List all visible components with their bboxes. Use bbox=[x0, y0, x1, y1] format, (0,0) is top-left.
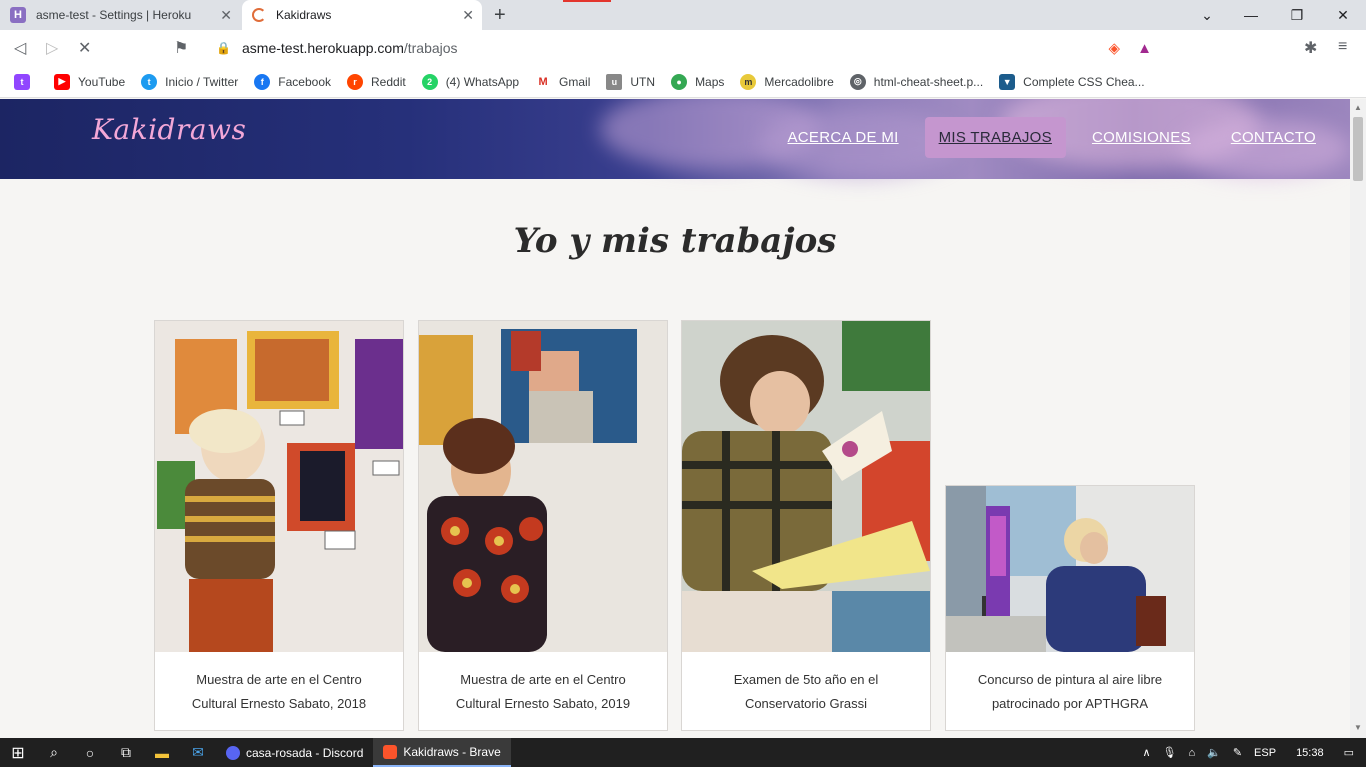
lock-icon: 🔒 bbox=[216, 41, 231, 55]
nav-comisiones[interactable]: COMISIONES bbox=[1078, 117, 1205, 158]
show-hidden-icons-icon[interactable]: ∧ bbox=[1142, 746, 1150, 759]
task-view-icon[interactable]: ⧉ bbox=[108, 738, 144, 767]
brave-shields-icon[interactable]: ◈ bbox=[1108, 39, 1120, 57]
nav-contacto[interactable]: CONTACTO bbox=[1217, 117, 1330, 158]
site-nav: ACERCA DE MI MIS TRABAJOS COMISIONES CON… bbox=[761, 117, 1330, 158]
tab-heroku-settings[interactable]: H asme-test - Settings | Heroku ✕ bbox=[0, 0, 240, 30]
whatsapp-icon: 2 bbox=[421, 73, 438, 90]
restore-icon[interactable]: ❐ bbox=[1274, 0, 1320, 30]
bookmark-reddit[interactable]: r Reddit bbox=[347, 73, 406, 90]
volume-icon[interactable]: 🔈 bbox=[1207, 746, 1221, 759]
tab-title: asme-test - Settings | Heroku bbox=[36, 8, 192, 22]
system-tray: ∧ 🎙 ⌂ 🔈 ✎ ESP 15:38 ▭ bbox=[1136, 738, 1366, 767]
page-title: Yo y mis trabajos bbox=[513, 221, 837, 261]
page-scrollbar[interactable]: ▲ ▼ bbox=[1350, 99, 1366, 738]
close-tab-icon[interactable]: ✕ bbox=[220, 7, 232, 24]
shield-icon: ▼ bbox=[999, 73, 1016, 90]
stop-loading-icon[interactable]: ✕ bbox=[78, 38, 91, 58]
work-photo bbox=[155, 321, 403, 652]
work-caption: Muestra de arte en el Centro Cultural Er… bbox=[191, 672, 367, 711]
brave-icon bbox=[383, 744, 398, 759]
browser-tab-bar: H asme-test - Settings | Heroku ✕ Kakidr… bbox=[0, 0, 1366, 30]
windows-start-icon[interactable]: ⊞ bbox=[0, 738, 36, 767]
bookmark-twitch[interactable]: t bbox=[14, 73, 38, 90]
nav-mis-trabajos[interactable]: MIS TRABAJOS bbox=[924, 117, 1066, 158]
bookmark-maps[interactable]: ● Maps bbox=[671, 73, 724, 90]
work-card: Concurso de pintura al aire libre patroc… bbox=[945, 485, 1195, 731]
url-path: /trabajos bbox=[403, 40, 458, 56]
file-explorer-icon[interactable]: ▬ bbox=[144, 738, 180, 767]
site-logo[interactable]: Kakidraws bbox=[92, 113, 246, 146]
bookmarks-bar: t ▶ YouTube t Inicio / Twitter f Facebook r… bbox=[0, 66, 1366, 98]
scrollbar-thumb[interactable] bbox=[1353, 117, 1363, 181]
network-icon[interactable]: ⌂ bbox=[1188, 747, 1195, 759]
back-icon[interactable]: ◁ bbox=[14, 38, 26, 58]
taskbar-app-discord[interactable]: casa-rosada - Discord bbox=[216, 738, 373, 767]
close-tab-icon[interactable]: ✕ bbox=[462, 7, 474, 24]
twitter-icon: t bbox=[141, 73, 158, 90]
nav-acerca-de-mi[interactable]: ACERCA DE MI bbox=[773, 117, 912, 158]
utn-icon: u bbox=[606, 73, 623, 90]
notifications-icon[interactable]: ▭ bbox=[1344, 746, 1354, 759]
site-header: Kakidraws ACERCA DE MI MIS TRABAJOS COMI… bbox=[0, 99, 1350, 179]
new-tab-icon[interactable]: + bbox=[494, 4, 506, 27]
address-bar[interactable]: 🔒 asme-test.herokuapp.com /trabajos ◈ ▲ bbox=[204, 34, 1164, 62]
bookmark-icon[interactable]: ⚑ bbox=[174, 38, 188, 58]
search-icon[interactable]: ⌕ bbox=[36, 738, 72, 767]
heroku-icon: H bbox=[10, 7, 26, 23]
tab-kakidraws[interactable]: Kakidraws ✕ bbox=[242, 0, 482, 30]
work-card: Muestra de arte en el Centro Cultural Er… bbox=[154, 320, 404, 731]
mercadolibre-icon: m bbox=[740, 73, 757, 90]
url-domain: asme-test.herokuapp.com bbox=[242, 40, 404, 56]
forward-icon[interactable]: ▷ bbox=[46, 38, 58, 58]
work-caption: Muestra de arte en el Centro Cultural Er… bbox=[455, 672, 631, 711]
pen-icon[interactable]: ✎ bbox=[1233, 746, 1242, 759]
twitch-icon: t bbox=[14, 73, 30, 90]
globe-icon: ◎ bbox=[849, 73, 866, 90]
scroll-up-icon[interactable]: ▲ bbox=[1354, 103, 1362, 112]
maps-icon: ● bbox=[671, 73, 688, 90]
close-window-icon[interactable]: ✕ bbox=[1320, 0, 1366, 30]
microphone-icon[interactable]: 🎙 bbox=[1163, 746, 1177, 759]
discord-icon bbox=[226, 745, 240, 760]
loading-icon bbox=[252, 8, 266, 22]
brave-rewards-icon[interactable]: ▲ bbox=[1137, 40, 1152, 57]
work-photo bbox=[419, 321, 667, 652]
work-card: Examen de 5to año en el Conservatorio Gr… bbox=[681, 320, 931, 731]
tab-search-icon[interactable]: ⌄ bbox=[1184, 0, 1230, 30]
extensions-icon[interactable]: ✱ bbox=[1304, 38, 1317, 58]
scroll-down-icon[interactable]: ▼ bbox=[1354, 723, 1362, 732]
windows-taskbar: ⊞ ⌕ ○ ⧉ ▬ ✉ casa-rosada - Discord Kakidr… bbox=[0, 738, 1366, 767]
work-photo bbox=[682, 321, 930, 652]
bookmark-youtube[interactable]: ▶ YouTube bbox=[54, 73, 125, 90]
work-caption: Concurso de pintura al aire libre patroc… bbox=[977, 672, 1163, 711]
mail-icon[interactable]: ✉ bbox=[180, 738, 216, 767]
reddit-icon: r bbox=[347, 73, 363, 90]
minimize-icon[interactable]: — bbox=[1228, 0, 1274, 30]
cortana-icon[interactable]: ○ bbox=[72, 738, 108, 767]
tab-title: Kakidraws bbox=[276, 8, 332, 22]
youtube-icon: ▶ bbox=[54, 73, 70, 90]
bookmark-twitter[interactable]: t Inicio / Twitter bbox=[141, 73, 238, 90]
menu-icon[interactable]: ≡ bbox=[1338, 38, 1347, 56]
bookmark-facebook[interactable]: f Facebook bbox=[254, 73, 331, 90]
work-photo bbox=[946, 486, 1194, 652]
language-indicator[interactable]: ESP bbox=[1254, 747, 1276, 759]
bookmark-gmail[interactable]: M Gmail bbox=[535, 73, 590, 90]
clock[interactable]: 15:38 bbox=[1296, 747, 1324, 759]
work-card: Muestra de arte en el Centro Cultural Er… bbox=[418, 320, 668, 731]
facebook-icon: f bbox=[254, 73, 271, 90]
bookmark-mercadolibre[interactable]: m Mercadolibre bbox=[740, 73, 834, 90]
bookmark-css-cheat-sheet[interactable]: ▼ Complete CSS Chea... bbox=[999, 73, 1145, 90]
gmail-icon: M bbox=[535, 73, 552, 90]
tab-indicator bbox=[563, 0, 611, 2]
bookmark-utn[interactable]: u UTN bbox=[606, 73, 655, 90]
taskbar-app-brave[interactable]: Kakidraws - Brave bbox=[373, 738, 511, 767]
page-viewport: Kakidraws ACERCA DE MI MIS TRABAJOS COMI… bbox=[0, 99, 1350, 738]
browser-toolbar: ◁ ▷ ✕ ⚑ 🔒 asme-test.herokuapp.com /traba… bbox=[0, 30, 1366, 66]
bookmark-whatsapp[interactable]: 2 (4) WhatsApp bbox=[421, 73, 519, 90]
work-caption: Examen de 5to año en el Conservatorio Gr… bbox=[733, 672, 879, 711]
bookmark-html-cheat-sheet[interactable]: ◎ html-cheat-sheet.p... bbox=[849, 73, 983, 90]
